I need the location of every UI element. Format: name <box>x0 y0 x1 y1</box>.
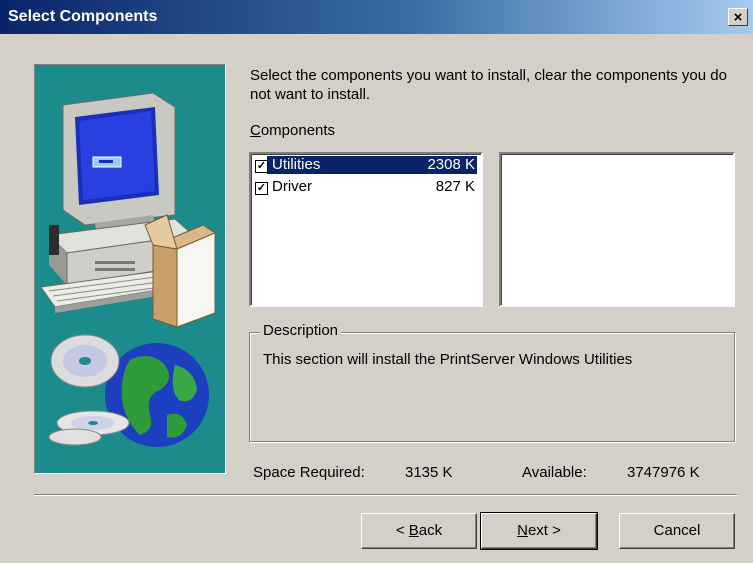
subcomponents-listbox[interactable] <box>499 152 735 307</box>
space-available-label: Available: <box>522 464 587 481</box>
component-name: Utilities <box>272 156 321 173</box>
component-size: 827 K <box>435 178 475 195</box>
list-item-utilities[interactable]: ✓ Utilities 2308 K <box>251 154 481 176</box>
close-icon: × <box>733 9 743 26</box>
setup-illustration <box>34 64 226 474</box>
utilities-checkbox[interactable]: ✓ <box>255 160 268 173</box>
description-group: Description This section will install th… <box>249 322 735 442</box>
computer-illustration <box>40 92 217 328</box>
check-icon: ✓ <box>256 160 267 172</box>
globe-cd-illustration <box>48 334 209 447</box>
cancel-button[interactable]: Cancel <box>619 513 735 549</box>
next-button[interactable]: Next > <box>480 512 598 550</box>
computer-globe-illustration <box>40 92 217 447</box>
list-item-driver[interactable]: ✓ Driver 827 K <box>251 176 481 198</box>
window-title: Select Components <box>8 8 158 25</box>
component-size: 2308 K <box>427 156 475 173</box>
components-label: Components <box>250 122 336 139</box>
check-icon: ✓ <box>256 182 267 194</box>
driver-checkbox[interactable]: ✓ <box>255 182 268 195</box>
close-button[interactable]: × <box>728 8 748 26</box>
title-bar: Select Components × <box>0 0 753 34</box>
description-text: This section will install the PrintServe… <box>263 351 633 368</box>
description-legend: Description <box>260 322 342 339</box>
space-required-label: Space Required: <box>253 464 365 481</box>
component-name: Driver <box>272 178 312 195</box>
back-button[interactable]: < Back <box>361 513 477 549</box>
instructions-text: Select the components you want to instal… <box>250 67 727 103</box>
components-listbox[interactable]: ✓ Utilities 2308 K ✓ Driver 827 K <box>249 152 483 307</box>
separator <box>34 494 737 496</box>
space-required-value: 3135 K <box>405 464 453 481</box>
space-available-value: 3747976 K <box>627 464 700 481</box>
